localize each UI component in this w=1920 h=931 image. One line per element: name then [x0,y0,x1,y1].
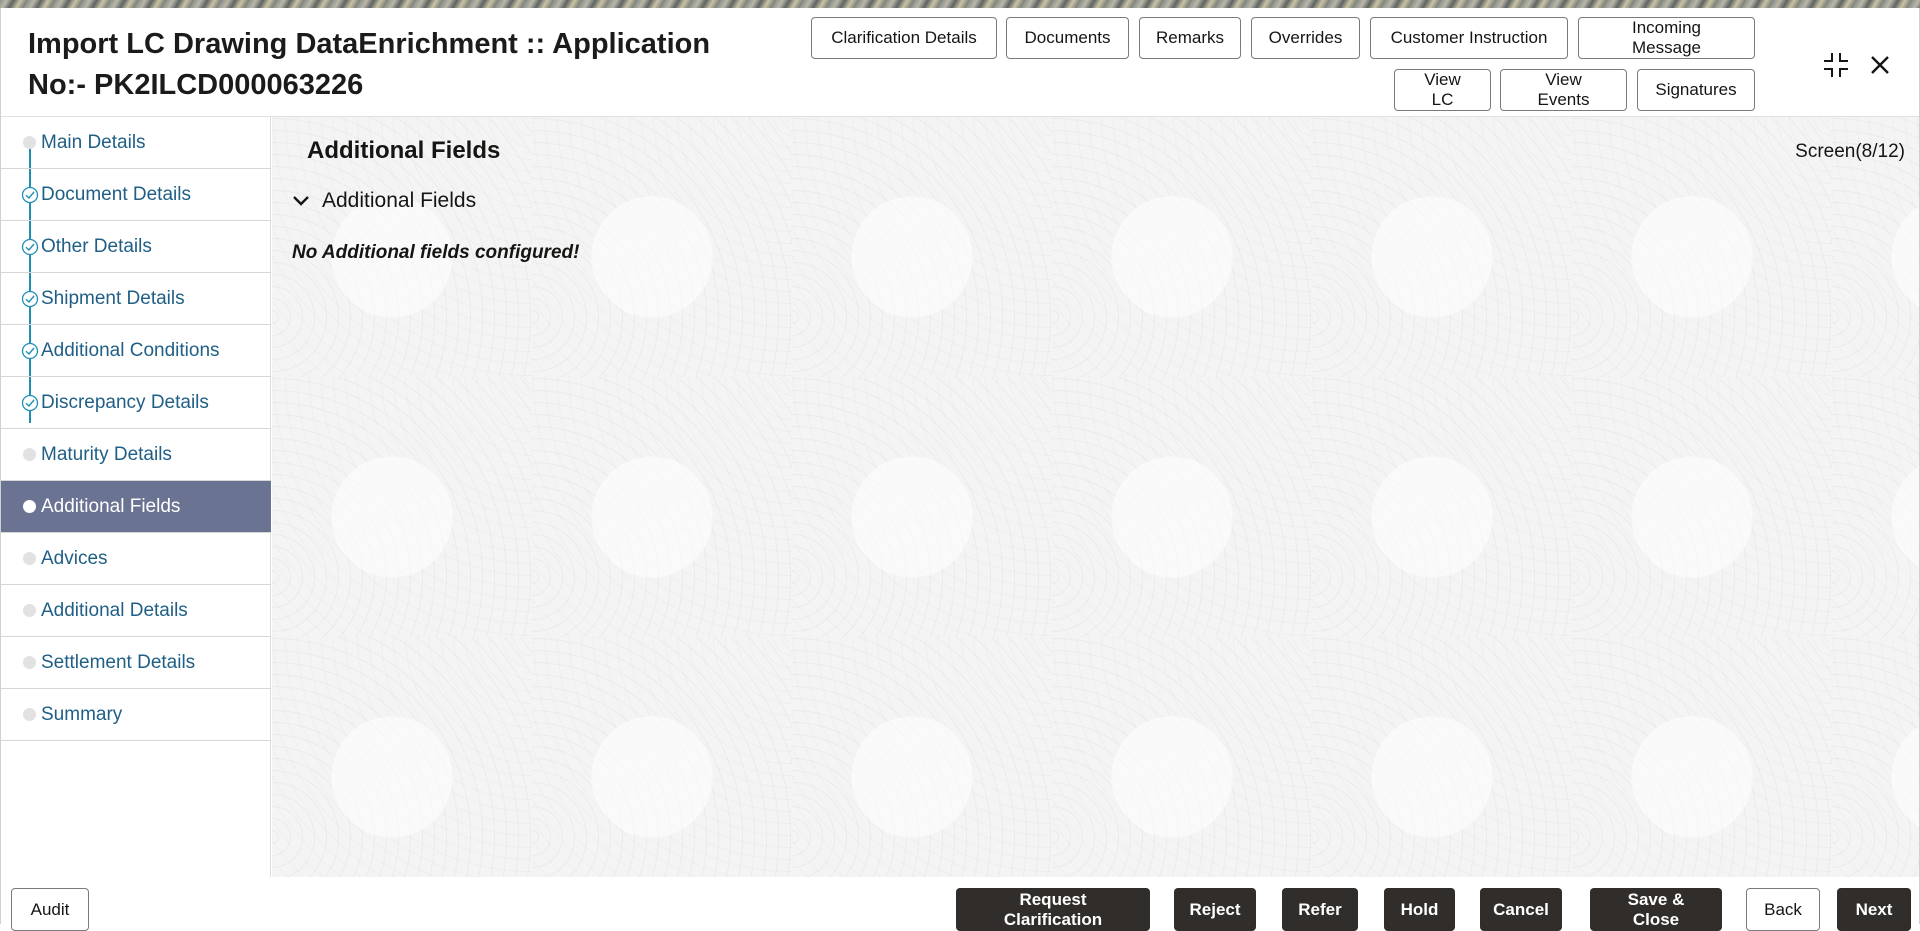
request-clarification-button[interactable]: Request Clarification [956,888,1150,931]
next-button[interactable]: Next [1837,888,1911,931]
pending-step-icon [23,136,36,149]
sidebar-item-label: Discrepancy Details [41,392,209,413]
sidebar-item-additional-conditions[interactable]: Additional Conditions [1,325,271,377]
sidebar-item-label: Other Details [41,236,152,257]
sidebar-item-label: Settlement Details [41,652,196,673]
view-lc-button[interactable]: View LC [1394,69,1491,111]
incoming-message-button[interactable]: Incoming Message [1578,17,1755,59]
chevron-down-icon [293,196,309,206]
sidebar-item-settlement-details[interactable]: Settlement Details [1,637,271,689]
sidebar-item-label: Main Details [41,132,146,153]
sidebar-item-label: Maturity Details [41,444,172,465]
footer-toolbar: Audit Request Clarification Reject Refer… [1,877,1919,931]
check-circle-icon [21,394,39,412]
application-window: Import LC Drawing DataEnrichment :: Appl… [0,8,1920,931]
sidebar-item-maturity-details[interactable]: Maturity Details [1,429,271,481]
signatures-button[interactable]: Signatures [1637,69,1755,111]
customer-instruction-button[interactable]: Customer Instruction [1370,17,1568,59]
sidebar-item-label: Additional Details [41,600,188,621]
sidebar-item-shipment-details[interactable]: Shipment Details [1,273,271,325]
compress-icon[interactable] [1821,50,1851,80]
sidebar-item-label: Additional Fields [41,496,181,517]
screen-counter: Screen(8/12) [1795,141,1905,162]
additional-fields-accordion[interactable]: Additional Fields [290,189,476,213]
page-title: Import LC Drawing DataEnrichment :: Appl… [28,24,768,106]
pending-step-icon [23,552,36,565]
check-circle-icon [21,186,39,204]
sidebar-item-advices[interactable]: Advices [1,533,271,585]
pending-step-icon [23,448,36,461]
overrides-button[interactable]: Overrides [1251,17,1360,59]
sidebar-item-document-details[interactable]: Document Details [1,169,271,221]
desktop-background-strip [0,0,1920,8]
main-content: Additional Fields Screen(8/12) Additiona… [272,117,1919,877]
check-circle-icon [21,238,39,256]
remarks-button[interactable]: Remarks [1139,17,1241,59]
sidebar-item-additional-fields[interactable]: Additional Fields [1,481,271,533]
pending-step-icon [23,708,36,721]
sidebar-item-additional-details[interactable]: Additional Details [1,585,271,637]
pending-step-icon [23,656,36,669]
page-title-line1: Import LC Drawing DataEnrichment :: Appl… [28,28,711,60]
sidebar-item-label: Summary [41,704,123,725]
sidebar-item-label: Additional Conditions [41,340,220,361]
sidebar-item-main-details[interactable]: Main Details [1,117,271,169]
sidebar-item-label: Shipment Details [41,288,185,309]
audit-button[interactable]: Audit [11,888,89,931]
accordion-label: Additional Fields [322,189,477,212]
sidebar-item-discrepancy-details[interactable]: Discrepancy Details [1,377,271,429]
check-circle-icon [21,342,39,360]
section-title: Additional Fields [307,137,501,164]
close-icon[interactable] [1865,50,1895,80]
back-button[interactable]: Back [1746,888,1820,931]
sidebar-item-label: Advices [41,548,108,569]
check-circle-icon [21,290,39,308]
sidebar-item-label: Document Details [41,184,191,205]
documents-button[interactable]: Documents [1006,17,1129,59]
current-step-icon [23,500,36,513]
empty-state-message: No Additional fields configured! [292,242,580,263]
sidebar: Main Details Document Details Other Deta… [1,117,271,877]
header: Import LC Drawing DataEnrichment :: Appl… [1,8,1919,117]
page-title-line2: No:- PK2ILCD000063226 [28,69,364,101]
sidebar-item-other-details[interactable]: Other Details [1,221,271,273]
reject-button[interactable]: Reject [1174,888,1256,931]
cancel-button[interactable]: Cancel [1480,888,1562,931]
pending-step-icon [23,604,36,617]
refer-button[interactable]: Refer [1282,888,1358,931]
save-and-close-button[interactable]: Save & Close [1590,888,1722,931]
clarification-details-button[interactable]: Clarification Details [811,17,997,59]
sidebar-item-summary[interactable]: Summary [1,689,271,741]
hold-button[interactable]: Hold [1384,888,1455,931]
view-events-button[interactable]: View Events [1500,69,1627,111]
